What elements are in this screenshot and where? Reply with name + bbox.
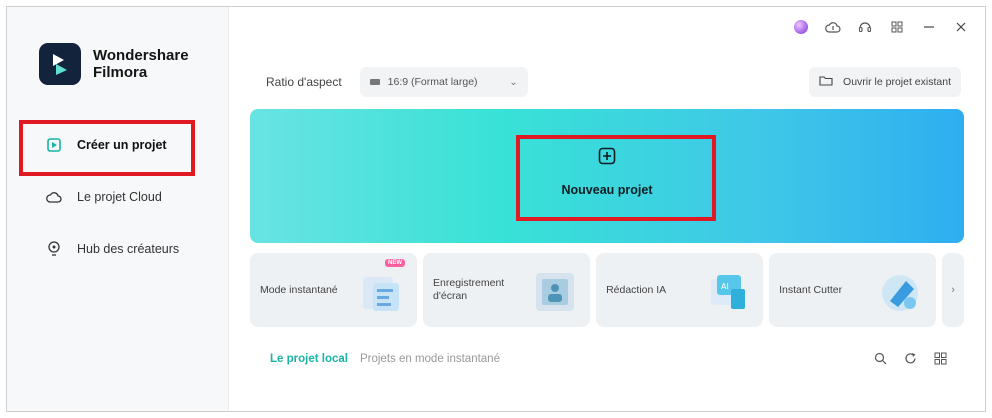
screen-recorder-icon — [536, 273, 575, 311]
aspect-ratio-select[interactable]: 16:9 (Format large) ⌄ — [359, 67, 528, 97]
project-toolbar: Ratio d'aspect 16:9 (Format large) ⌄ Ouv… — [266, 67, 961, 97]
chevron-right-icon: › — [951, 284, 955, 296]
cloud-sync-button[interactable] — [817, 13, 849, 41]
main-panel: Ratio d'aspect 16:9 (Format large) ⌄ Ouv… — [230, 7, 985, 411]
avatar — [794, 20, 808, 34]
sidebar-item-cloud-project[interactable]: Le projet Cloud — [7, 171, 228, 223]
support-button[interactable] — [849, 13, 881, 41]
cloud-upload-icon — [825, 22, 841, 33]
sidebar: Wondershare Filmora Créer un projet Le p… — [7, 7, 229, 411]
close-button[interactable] — [945, 13, 977, 41]
app-logo: Wondershare Filmora — [39, 43, 189, 85]
close-icon — [956, 22, 966, 32]
apps-grid-button[interactable] — [881, 13, 913, 41]
grid-icon — [891, 21, 903, 33]
highlight-box-new-project — [516, 135, 716, 221]
filmora-logo-icon — [39, 43, 81, 85]
card-screen-recording[interactable]: Enregistrement d'écran — [423, 253, 591, 327]
quick-tools: Mode instantané NEW Enregistrement d'écr… — [250, 253, 964, 327]
project-tabs: Le projet local Projets en mode instanta… — [270, 353, 500, 365]
search-icon — [874, 352, 886, 364]
new-badge: NEW — [385, 259, 406, 267]
chevron-down-icon: ⌄ — [509, 76, 518, 88]
folder-icon — [819, 75, 833, 89]
headset-icon — [858, 22, 872, 33]
highlight-box-create-project — [19, 120, 195, 176]
tab-instant-projects[interactable]: Projets en mode instantané — [360, 353, 500, 365]
minimize-icon — [924, 26, 934, 28]
aspect-ratio-value: 16:9 (Format large) — [387, 76, 478, 88]
title-bar — [785, 13, 977, 41]
svg-text:AI: AI — [721, 282, 729, 291]
account-button[interactable] — [785, 13, 817, 41]
open-existing-label: Ouvrir le projet existant — [843, 76, 951, 88]
card-label: Enregistrement d'écran — [433, 277, 505, 302]
card-label: Instant Cutter — [779, 283, 843, 296]
refresh-icon — [904, 352, 916, 363]
aspect-ratio-label: Ratio d'aspect — [266, 75, 342, 89]
aspect-ratio-icon — [369, 79, 380, 85]
sidebar-item-creator-hub[interactable]: Hub des créateurs — [7, 223, 228, 275]
card-label: Mode instantané — [260, 283, 338, 296]
sidebar-item-label: Hub des créateurs — [77, 242, 180, 256]
instant-mode-icon — [363, 277, 400, 311]
card-instant-cutter[interactable]: Instant Cutter — [769, 253, 937, 327]
app-name-line1: Wondershare — [93, 47, 189, 64]
search-button[interactable] — [869, 347, 891, 369]
minimize-button[interactable] — [913, 13, 945, 41]
app-window: Wondershare Filmora Créer un projet Le p… — [6, 6, 986, 412]
ai-copywriting-icon: AI — [711, 275, 746, 309]
view-toggle-button[interactable] — [929, 347, 951, 369]
instant-cutter-icon — [882, 275, 919, 311]
card-ai-writing[interactable]: Rédaction IA AI — [596, 253, 764, 327]
app-name: Wondershare Filmora — [93, 47, 189, 81]
cards-scroll-right-button[interactable]: › — [942, 253, 964, 327]
refresh-button[interactable] — [899, 347, 921, 369]
project-list-tools — [869, 347, 951, 369]
grid-view-icon — [934, 352, 946, 364]
card-instant-mode[interactable]: Mode instantané NEW — [250, 253, 418, 327]
cloud-icon — [45, 188, 63, 206]
bulb-icon — [45, 240, 63, 258]
card-label: Rédaction IA — [606, 283, 667, 296]
open-existing-project-button[interactable]: Ouvrir le projet existant — [809, 67, 961, 97]
sidebar-item-label: Le projet Cloud — [77, 190, 162, 204]
app-name-line2: Filmora — [93, 64, 148, 81]
tab-local-projects[interactable]: Le projet local — [270, 353, 348, 365]
